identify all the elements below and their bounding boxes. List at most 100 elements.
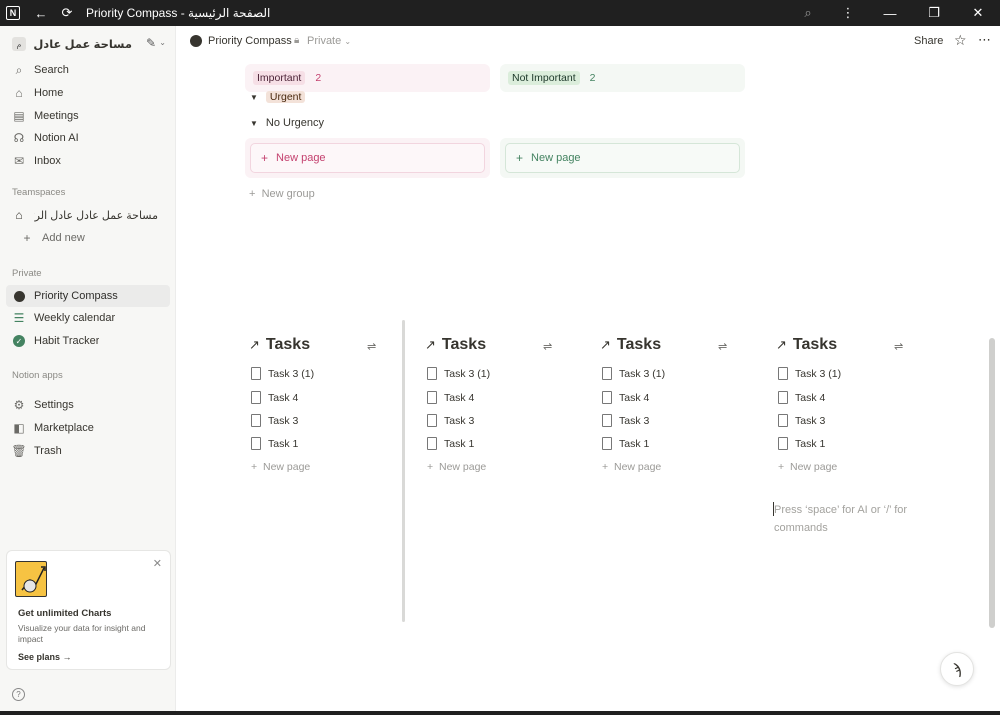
list-item[interactable]: Task 3 (1) (602, 367, 665, 380)
share-button[interactable]: Share (914, 35, 943, 47)
promo-description: Visualize your data for insight and impa… (18, 623, 146, 644)
filter-settings-icon[interactable]: ⇌ (894, 340, 903, 353)
sidebar-item-search[interactable]: ⌕ Search (6, 59, 170, 81)
sidebar-item-priority-compass[interactable]: Priority Compass (6, 285, 170, 307)
new-group-label: New group (261, 188, 315, 200)
notion-apps-section-label: Notion apps (12, 370, 63, 381)
new-page-button[interactable]: + New page (251, 461, 310, 473)
tasks-title[interactable]: ↗ Tasks (776, 336, 837, 354)
page-icon (251, 437, 261, 450)
sidebar-item-habit-tracker[interactable]: ✓ Habit Tracker (6, 330, 170, 352)
list-item-label: Task 3 (1) (619, 367, 666, 380)
sidebar-item-home[interactable]: ⌂ Home (6, 82, 170, 104)
close-icon[interactable]: ✕ (153, 557, 162, 570)
page-icon (427, 414, 437, 427)
list-item[interactable]: Task 1 (778, 437, 825, 450)
list-item-label: Task 4 (619, 391, 650, 404)
new-page-edit-icon[interactable]: ✎ (146, 36, 156, 50)
list-item[interactable]: Task 1 (251, 437, 298, 450)
tasks-title[interactable]: ↗ Tasks (425, 336, 486, 354)
list-item[interactable]: Task 3 (427, 414, 474, 427)
visibility-label: Private (307, 35, 342, 47)
star-icon[interactable]: ☆ (954, 32, 967, 49)
list-item[interactable]: Task 3 (1) (251, 367, 314, 380)
back-arrow-icon[interactable]: ← (28, 0, 54, 26)
page-icon (427, 437, 437, 450)
filter-settings-icon[interactable]: ⇌ (718, 340, 727, 353)
list-item[interactable]: Task 1 (602, 437, 649, 450)
tasks-title-label: Tasks (792, 336, 838, 353)
maximize-button[interactable]: ❐ (912, 0, 956, 26)
visibility-dropdown[interactable]: Private ⌄ (307, 35, 351, 47)
list-item[interactable]: Task 4 (778, 391, 825, 404)
page-topbar: Priority Compass 🔒︎ Private ⌄ Share ☆ ⋯ (176, 26, 1000, 56)
compass-icon (12, 289, 26, 303)
list-item-label: Task 1 (619, 437, 650, 450)
breadcrumb-page-title[interactable]: Priority Compass (208, 35, 292, 47)
plus-icon: + (261, 151, 269, 165)
sidebar-item-meetings[interactable]: ▤ Meetings (6, 105, 170, 127)
board-cell-not-important: + New page (500, 138, 745, 178)
reload-icon[interactable]: ⟳ (54, 0, 80, 26)
new-page-button[interactable]: + New page (602, 461, 661, 473)
list-item-label: Task 1 (795, 437, 826, 450)
new-page-button[interactable]: + New page (778, 461, 837, 473)
promo-title: Get unlimited Charts (18, 608, 112, 619)
list-item[interactable]: Task 4 (251, 391, 298, 404)
group-label: No Urgency (265, 117, 324, 129)
check-badge-icon: ✓ (12, 334, 26, 348)
editor-placeholder[interactable]: Press ‘space’ for AI or ‘/’ for commands (774, 501, 914, 537)
list-item[interactable]: Task 3 (251, 414, 298, 427)
list-item[interactable]: Task 3 (1) (778, 367, 841, 380)
new-page-label: New page (531, 152, 581, 164)
page-icon (778, 367, 788, 380)
tasks-title[interactable]: ↗ Tasks (249, 336, 310, 354)
sidebar-item-label: Search (34, 64, 69, 76)
list-item[interactable]: Task 4 (602, 391, 649, 404)
sidebar-item-trash[interactable]: 🗑︎ Trash (6, 440, 170, 462)
page-icon (602, 391, 612, 404)
chevron-down-icon[interactable]: ⌄ (159, 38, 166, 47)
list-item[interactable]: Task 3 (602, 414, 649, 427)
sidebar-item-settings[interactable]: ⚙ Settings (6, 394, 170, 416)
sidebar-item-inbox[interactable]: ✉ Inbox (6, 150, 170, 172)
new-page-button[interactable]: + New page (427, 461, 486, 473)
group-toggle-urgent[interactable]: ▼ Urgent (250, 91, 306, 103)
more-horizontal-icon[interactable]: ⋯ (978, 32, 992, 48)
new-group-button[interactable]: + New group (249, 188, 315, 200)
list-item[interactable]: Task 1 (427, 437, 474, 450)
tasks-title[interactable]: ↗ Tasks (600, 336, 661, 354)
sidebar-item-teamspace[interactable]: ⌂ مساحة عمل عادل عادل الرئيسي (6, 204, 170, 226)
close-button[interactable]: ✕ (956, 0, 1000, 26)
sidebar-item-notion-ai[interactable]: ☊ Notion AI (6, 127, 170, 149)
inbox-icon: ✉ (13, 154, 25, 168)
new-page-button[interactable]: + New page (250, 143, 485, 173)
workspace-switcher[interactable]: م مساحة عمل عادل ع... ✎ ⌄ (8, 34, 168, 54)
list-item[interactable]: Task 3 (778, 414, 825, 427)
board-column-important[interactable]: Important 2 (245, 64, 490, 92)
more-vertical-icon[interactable]: ⋮ (828, 0, 868, 26)
sidebar: م مساحة عمل عادل ع... ✎ ⌄ ⌕ Search ⌂ Hom… (0, 26, 176, 711)
list-item-label: Task 4 (444, 391, 475, 404)
linked-arrow-icon: ↗ (425, 337, 436, 352)
help-icon[interactable]: ? (12, 688, 25, 701)
sidebar-item-weekly-calendar[interactable]: ☰ Weekly calendar (6, 307, 170, 329)
minimize-button[interactable]: — (868, 0, 912, 26)
ai-assistant-button[interactable]: ϡ (940, 652, 974, 686)
zoom-icon[interactable]: ⌕ (788, 0, 828, 26)
column-divider[interactable] (402, 320, 405, 622)
sidebar-item-add-new[interactable]: + Add new (6, 227, 170, 249)
page-icon (251, 414, 261, 427)
list-item-label: Task 3 (268, 414, 299, 427)
sidebar-item-marketplace[interactable]: ◧ Marketplace (6, 417, 170, 439)
board-column-not-important[interactable]: Not Important 2 (500, 64, 745, 92)
filter-settings-icon[interactable]: ⇌ (367, 340, 376, 353)
scrollbar-thumb[interactable] (989, 338, 995, 628)
list-item[interactable]: Task 3 (1) (427, 367, 490, 380)
group-toggle-no-urgency[interactable]: ▼ No Urgency (250, 117, 324, 129)
see-plans-link[interactable]: See plans → (18, 652, 72, 662)
scrollbar[interactable] (988, 58, 996, 708)
new-page-button[interactable]: + New page (505, 143, 740, 173)
list-item[interactable]: Task 4 (427, 391, 474, 404)
filter-settings-icon[interactable]: ⇌ (543, 340, 552, 353)
